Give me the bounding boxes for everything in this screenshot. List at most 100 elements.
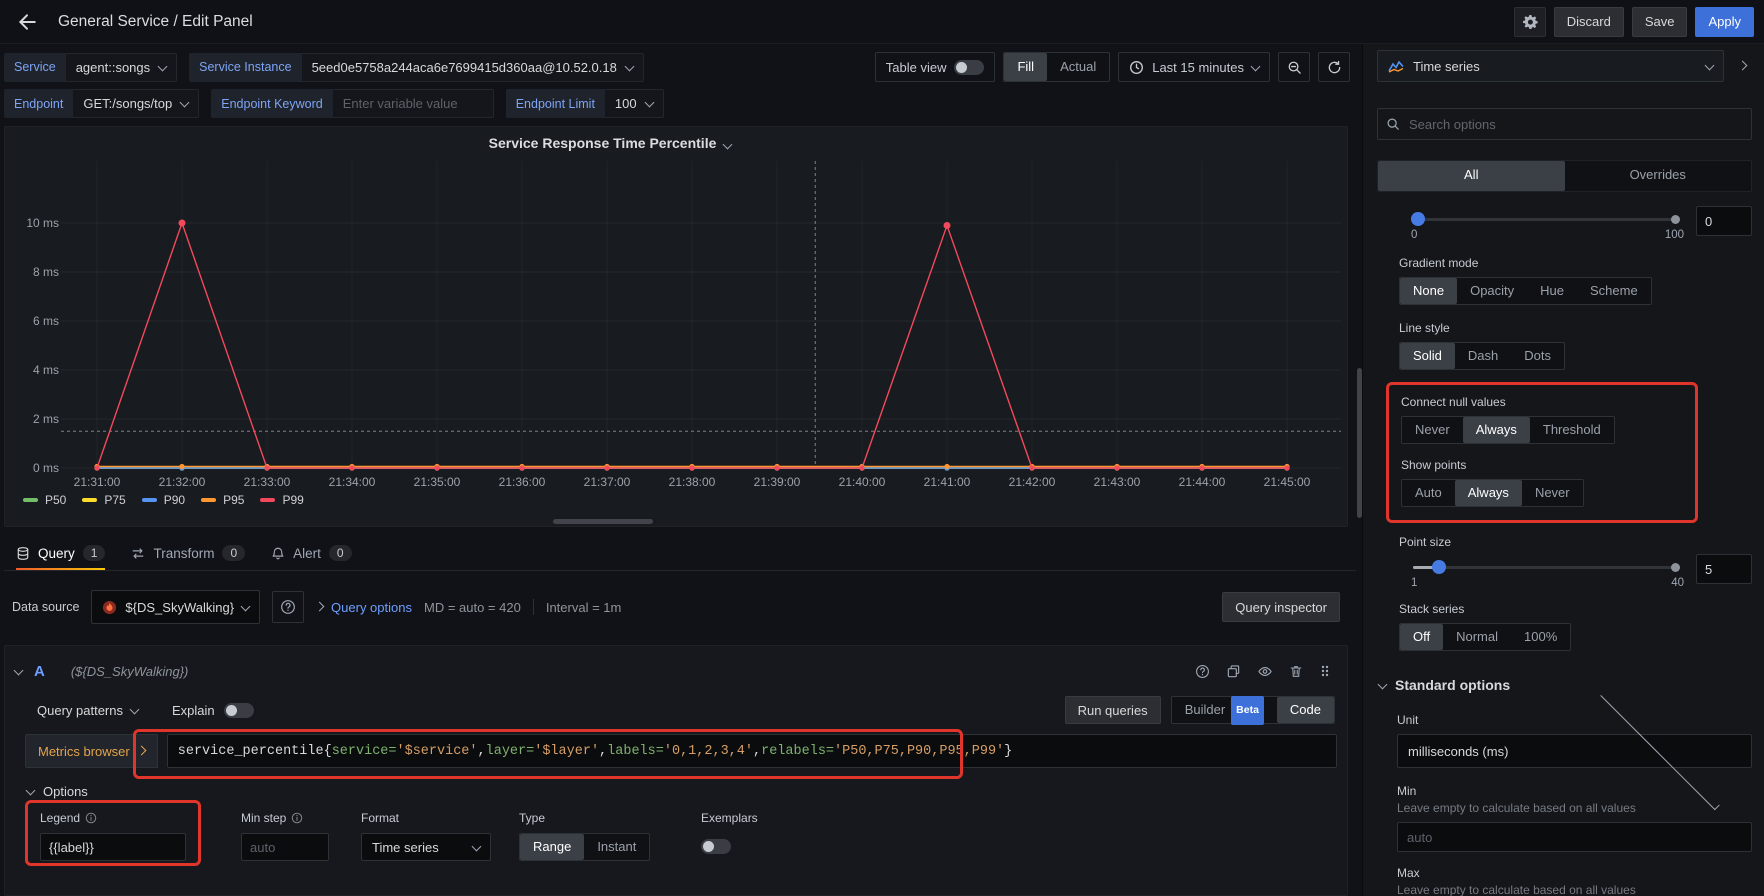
datasource-help-button[interactable] [272,591,304,623]
endpoint-limit-variable: Endpoint Limit 100 [506,89,664,118]
show-points-switch: Auto Always Never [1401,479,1584,507]
datasource-picker[interactable]: ${DS_SkyWalking} [91,590,260,624]
gradient-scheme-option[interactable]: Scheme [1577,278,1651,304]
point-size-slider[interactable]: 1 40 [1413,560,1676,574]
variables-row-2: Endpoint GET:/songs/top Endpoint Keyword… [4,89,1356,118]
actual-option[interactable]: Actual [1047,53,1109,81]
builder-mode-option[interactable]: BuilderBeta [1172,696,1277,725]
fill-actual-switch: Fill Actual [1003,52,1110,82]
connect-threshold-option[interactable]: Threshold [1530,417,1614,443]
points-always-option[interactable]: Always [1455,480,1522,506]
stack-normal-option[interactable]: Normal [1443,624,1511,650]
info-circle-icon [85,812,97,824]
collapse-query-icon[interactable] [14,665,24,675]
refresh-button[interactable] [1318,52,1350,82]
beta-badge: Beta [1231,696,1264,725]
delete-query-button[interactable] [1289,664,1303,679]
options-expander[interactable]: Options [27,784,88,799]
panel-resize-handle[interactable] [553,519,653,524]
max-description: Leave empty to calculate based on all va… [1397,883,1752,896]
line-dash-option[interactable]: Dash [1455,343,1511,369]
query-inspector-button[interactable]: Query inspector [1222,592,1340,622]
time-series-plot[interactable] [5,127,1349,528]
metrics-browser-button[interactable]: Metrics browser [25,734,158,768]
explain-toggle[interactable] [224,703,254,718]
query-options-expander[interactable]: Query options [316,600,412,615]
legend-input[interactable] [40,833,186,861]
gradient-none-option[interactable]: None [1400,278,1457,304]
points-auto-option[interactable]: Auto [1402,480,1455,506]
legend-swatch [23,498,38,502]
visualization-picker[interactable]: Time series [1377,50,1724,82]
tab-transform[interactable]: Transform 0 [131,536,245,570]
query-token-string: '$layer' [534,744,599,759]
tab-overrides[interactable]: Overrides [1565,161,1752,191]
collapse-pane-button[interactable] [1732,64,1752,69]
point-size-value-input[interactable] [1696,554,1752,584]
code-mode-option[interactable]: Code [1277,697,1334,723]
connect-never-option[interactable]: Never [1402,417,1463,443]
gradient-hue-option[interactable]: Hue [1527,278,1577,304]
type-range-option[interactable]: Range [520,834,584,860]
legend-item-p99[interactable]: P99 [260,493,303,507]
standard-options-section[interactable]: Standard options [1379,677,1752,693]
format-select[interactable]: Time series [361,833,491,861]
toggle-visibility-button[interactable] [1257,664,1273,679]
fill-option[interactable]: Fill [1004,53,1047,81]
endpoint-value-dropdown[interactable]: GET:/songs/top [73,89,199,118]
table-view-toggle[interactable] [954,60,984,75]
line-solid-option[interactable]: Solid [1400,343,1455,369]
stack-off-option[interactable]: Off [1400,624,1443,650]
slider-min-label: 0 [1411,229,1417,241]
run-queries-button[interactable]: Run queries [1065,696,1161,724]
search-options-input[interactable] [1407,116,1743,133]
line-dots-option[interactable]: Dots [1511,343,1564,369]
legend-swatch [82,498,97,502]
tab-all[interactable]: All [1378,161,1565,191]
unit-select[interactable]: milliseconds (ms) [1397,734,1752,768]
legend-item-p95[interactable]: P95 [201,493,244,507]
back-button[interactable] [10,5,44,39]
fill-opacity-slider[interactable]: 0 100 [1413,212,1676,226]
stack-100-option[interactable]: 100% [1511,624,1570,650]
connect-always-option[interactable]: Always [1463,417,1530,443]
explain-label: Explain [172,703,215,718]
fill-opacity-value-input[interactable] [1696,206,1752,236]
table-view-control: Table view [875,52,996,82]
legend-item-p90[interactable]: P90 [142,493,185,507]
query-patterns-dropdown[interactable]: Query patterns [37,703,138,718]
refresh-icon [1327,60,1342,75]
query-ref-id[interactable]: A [34,663,45,680]
points-never-option[interactable]: Never [1522,480,1583,506]
min-step-input[interactable] [241,833,329,861]
duplicate-query-button[interactable] [1226,664,1241,679]
panel-settings-button[interactable] [1514,7,1546,37]
drag-handle-icon[interactable] [1319,664,1331,678]
discard-button[interactable]: Discard [1554,7,1624,37]
max-data-points-text: MD = auto = 420 [424,600,521,615]
zoom-out-button[interactable] [1278,52,1310,82]
time-range-picker[interactable]: Last 15 minutes [1118,52,1270,82]
tab-query[interactable]: Query 1 [16,536,105,570]
query-help-button[interactable] [1195,664,1210,679]
endpoint-keyword-input[interactable] [333,89,494,118]
query-actions [1195,664,1331,679]
query-count-badge: 1 [83,545,106,561]
query-a-header: A (${DS_SkyWalking}) [15,656,1331,686]
tab-alert[interactable]: Alert 0 [271,536,351,570]
promql-query-input[interactable]: service_percentile{service='$service', l… [167,734,1337,768]
endpoint-limit-dropdown[interactable]: 100 [605,89,664,118]
service-instance-value-dropdown[interactable]: 5eed0e5758a244aca6e7699415d360aa@10.52.0… [302,53,644,82]
slider-handle[interactable] [1432,560,1446,574]
type-instant-option[interactable]: Instant [584,834,649,860]
legend-item-p50[interactable]: P50 [23,493,66,507]
service-value-dropdown[interactable]: agent::songs [66,53,177,82]
query-datasource-hint: (${DS_SkyWalking}) [71,664,189,679]
slider-handle[interactable] [1411,212,1425,226]
save-button[interactable]: Save [1632,7,1688,37]
min-input[interactable] [1397,822,1752,852]
apply-button[interactable]: Apply [1695,7,1754,37]
exemplars-toggle[interactable] [701,839,731,854]
legend-item-p75[interactable]: P75 [82,493,125,507]
gradient-opacity-option[interactable]: Opacity [1457,278,1527,304]
